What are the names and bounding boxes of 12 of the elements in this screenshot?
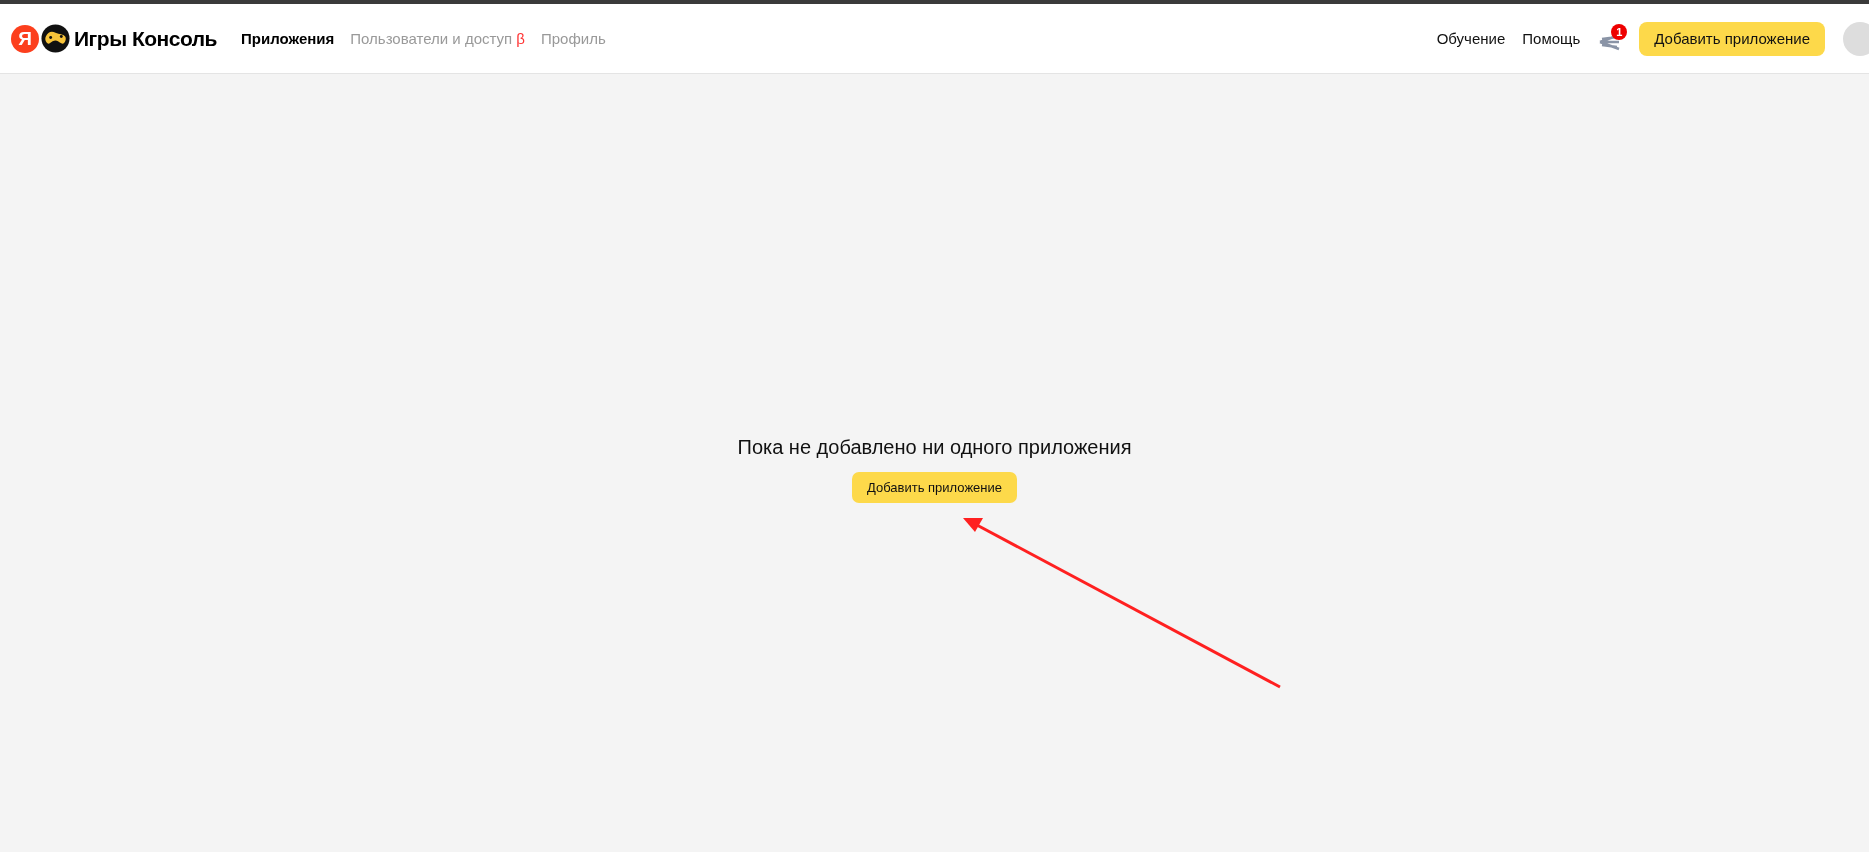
add-app-button[interactable]: Добавить приложение [852, 472, 1017, 503]
empty-message: Пока не добавлено ни одного приложения [737, 436, 1132, 459]
nav-tab[interactable]: Пользователи и доступ β [350, 30, 525, 47]
gamepad-icon [41, 24, 70, 53]
notification-badge: 1 [1611, 23, 1628, 40]
header-link[interactable]: Обучение [1436, 30, 1506, 47]
app-title: Игры Консоль [74, 26, 217, 51]
header-link[interactable]: Помощь [1522, 30, 1581, 47]
logo-letter: Я [11, 24, 39, 53]
avatar[interactable] [1843, 21, 1869, 56]
add-app-button[interactable]: Добавить приложение [1639, 21, 1825, 56]
nav-tab[interactable]: Приложения [241, 30, 335, 47]
